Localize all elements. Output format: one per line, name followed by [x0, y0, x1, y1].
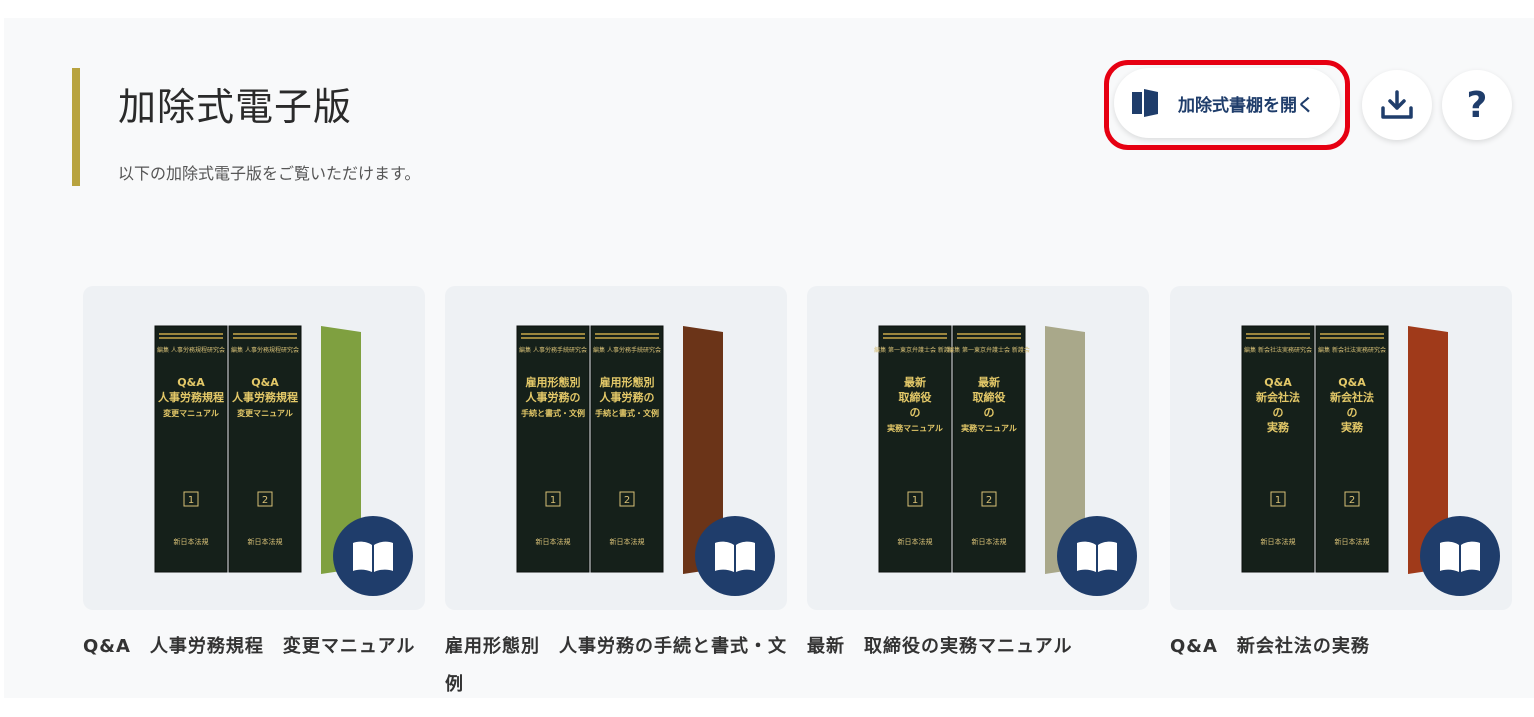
- svg-text:新日本法規: 新日本法規: [1335, 537, 1370, 546]
- open-book-icon: [353, 541, 393, 572]
- svg-text:Q&A: Q&A: [1338, 376, 1366, 389]
- svg-text:人事労務規程: 人事労務規程: [232, 390, 298, 404]
- page-subtitle: 以下の加除式電子版をご覧いただけます。: [118, 164, 421, 183]
- svg-text:1: 1: [188, 495, 194, 506]
- book-card[interactable]: 編集 第一東京弁護士会 新護会 最新 取締役の実務マニュアル 1 新日本法規 編集 第一東…: [807, 286, 1149, 666]
- svg-text:Q&A: Q&A: [177, 376, 205, 389]
- open-bookshelf-button[interactable]: 加除式書棚を開く: [1114, 68, 1340, 138]
- book-title[interactable]: Q&A 新会社法の実務: [1170, 628, 1512, 666]
- open-book-icon: [715, 541, 755, 572]
- svg-text:の: の: [910, 406, 921, 419]
- open-book-icon: [1077, 541, 1117, 572]
- svg-text:新日本法規: 新日本法規: [174, 537, 209, 546]
- binder-volume: 編集 人事労務規程研究会 Q&A人事労務規程変更マニュアル 1 新日本法規: [154, 325, 228, 573]
- help-button[interactable]: ?: [1442, 70, 1512, 140]
- svg-text:雇用形態別: 雇用形態別: [526, 375, 581, 389]
- bookshelf-icon: [1132, 89, 1158, 117]
- svg-text:の: の: [1347, 406, 1358, 419]
- book-thumbnail[interactable]: 編集 新会社法実務研究会 Q&A 新会社法の実務 1 新日本法規 編集 新会社法実務研究会…: [1170, 286, 1512, 610]
- read-book-button[interactable]: [1420, 516, 1500, 596]
- download-button[interactable]: [1362, 70, 1432, 140]
- book-card[interactable]: 編集 新会社法実務研究会 Q&A 新会社法の実務 1 新日本法規 編集 新会社法実務研究会…: [1170, 286, 1512, 666]
- svg-text:編集 第一東京弁護士会 新護会: 編集 第一東京弁護士会 新護会: [948, 346, 1030, 354]
- book-title[interactable]: 雇用形態別 人事労務の手続と書式・文例: [445, 628, 787, 704]
- book-thumbnail[interactable]: 編集 人事労務手続研究会 雇用形態別 人事労務の 手続と書式・文例 1 新日本法規 編集 人…: [445, 286, 787, 610]
- svg-text:最新: 最新: [904, 375, 926, 389]
- svg-text:2: 2: [1349, 495, 1355, 506]
- svg-text:新会社法: 新会社法: [1256, 390, 1300, 404]
- book-card[interactable]: 編集 人事労務規程研究会 Q&A 人事労務規程 変更マニュアル 1 新日本法規 編集 人事労…: [83, 286, 425, 666]
- help-icon: ?: [1466, 84, 1488, 126]
- open-book-icon: [1440, 541, 1480, 572]
- page-title: 加除式電子版: [118, 85, 353, 129]
- svg-text:取締役: 取締役: [973, 390, 1006, 404]
- svg-text:編集 人事労務規程研究会: 編集 人事労務規程研究会: [157, 346, 225, 354]
- open-bookshelf-label: 加除式書棚を開く: [1178, 95, 1314, 116]
- svg-text:手続と書式・文例: 手続と書式・文例: [521, 408, 585, 418]
- svg-text:1: 1: [912, 495, 918, 506]
- binder-volume: 編集 人事労務手続研究会雇用形態別人事労務の手続と書式・文例 2 新日本法規: [590, 325, 664, 573]
- svg-text:編集 人事労務規程研究会: 編集 人事労務規程研究会: [231, 346, 299, 354]
- svg-text:人事労務規程: 人事労務規程: [158, 390, 224, 404]
- svg-text:新日本法規: 新日本法規: [248, 537, 283, 546]
- binder-volume: 編集 新会社法実務研究会 Q&A新会社法の実務 2 新日本法規: [1315, 325, 1389, 573]
- read-book-button[interactable]: [333, 516, 413, 596]
- svg-text:取締役: 取締役: [899, 390, 932, 404]
- svg-text:実務マニュアル: 実務マニュアル: [887, 423, 943, 433]
- download-icon: [1381, 90, 1413, 119]
- svg-text:Q&A: Q&A: [251, 376, 279, 389]
- svg-text:新日本法規: 新日本法規: [536, 537, 571, 546]
- svg-text:1: 1: [1275, 495, 1281, 506]
- binder-volume: 編集 第一東京弁護士会 新護会最新取締役の実務マニュアル 2 新日本法規: [948, 325, 1030, 573]
- svg-text:2: 2: [986, 495, 992, 506]
- binder-volume: 編集 第一東京弁護士会 新護会最新取締役の実務マニュアル 1 新日本法規: [874, 325, 956, 573]
- read-book-button[interactable]: [1057, 516, 1137, 596]
- book-title[interactable]: 最新 取締役の実務マニュアル: [807, 628, 1149, 666]
- title-accent-bar: [72, 68, 80, 186]
- svg-text:新日本法規: 新日本法規: [898, 537, 933, 546]
- svg-text:編集 人事労務手続研究会: 編集 人事労務手続研究会: [519, 346, 587, 354]
- book-title[interactable]: Q&A 人事労務規程 変更マニュアル: [83, 628, 425, 666]
- svg-text:人事労務の: 人事労務の: [526, 390, 581, 404]
- binder-volume: 編集 人事労務手続研究会雇用形態別人事労務の手続と書式・文例 1 新日本法規: [516, 325, 590, 573]
- svg-text:編集 新会社法実務研究会: 編集 新会社法実務研究会: [1244, 346, 1312, 354]
- svg-text:新日本法規: 新日本法規: [972, 537, 1007, 546]
- svg-text:編集 人事労務手続研究会: 編集 人事労務手続研究会: [593, 346, 661, 354]
- svg-text:人事労務の: 人事労務の: [600, 390, 655, 404]
- read-book-button[interactable]: [695, 516, 775, 596]
- svg-text:2: 2: [624, 495, 630, 506]
- book-thumbnail[interactable]: 編集 人事労務規程研究会 Q&A 人事労務規程 変更マニュアル 1 新日本法規 編集 人事労…: [83, 286, 425, 610]
- svg-text:雇用形態別: 雇用形態別: [600, 375, 655, 389]
- svg-text:の: の: [1273, 406, 1284, 419]
- svg-text:新会社法: 新会社法: [1330, 390, 1374, 404]
- svg-text:2: 2: [262, 495, 268, 506]
- svg-text:変更マニュアル: 変更マニュアル: [237, 408, 293, 418]
- svg-text:編集 新会社法実務研究会: 編集 新会社法実務研究会: [1318, 346, 1386, 354]
- book-thumbnail[interactable]: 編集 第一東京弁護士会 新護会 最新 取締役の実務マニュアル 1 新日本法規 編集 第一東…: [807, 286, 1149, 610]
- svg-text:Q&A: Q&A: [1264, 376, 1292, 389]
- svg-text:実務: 実務: [1341, 420, 1364, 434]
- binder-volume: 編集 人事労務規程研究会 Q&A人事労務規程変更マニュアル 2 新日本法規: [228, 325, 302, 573]
- svg-text:新日本法規: 新日本法規: [610, 537, 645, 546]
- svg-text:手続と書式・文例: 手続と書式・文例: [595, 408, 659, 418]
- svg-text:最新: 最新: [978, 375, 1000, 389]
- svg-text:実務マニュアル: 実務マニュアル: [961, 423, 1017, 433]
- svg-text:実務: 実務: [1267, 420, 1290, 434]
- svg-text:新日本法規: 新日本法規: [1261, 537, 1296, 546]
- svg-text:編集 第一東京弁護士会 新護会: 編集 第一東京弁護士会 新護会: [874, 346, 956, 354]
- svg-text:1: 1: [550, 495, 556, 506]
- svg-text:変更マニュアル: 変更マニュアル: [163, 408, 219, 418]
- svg-text:の: の: [984, 406, 995, 419]
- binder-volume: 編集 新会社法実務研究会 Q&A新会社法の実務 1 新日本法規: [1241, 325, 1315, 573]
- book-card[interactable]: 編集 人事労務手続研究会 雇用形態別 人事労務の 手続と書式・文例 1 新日本法規 編集 人…: [445, 286, 787, 704]
